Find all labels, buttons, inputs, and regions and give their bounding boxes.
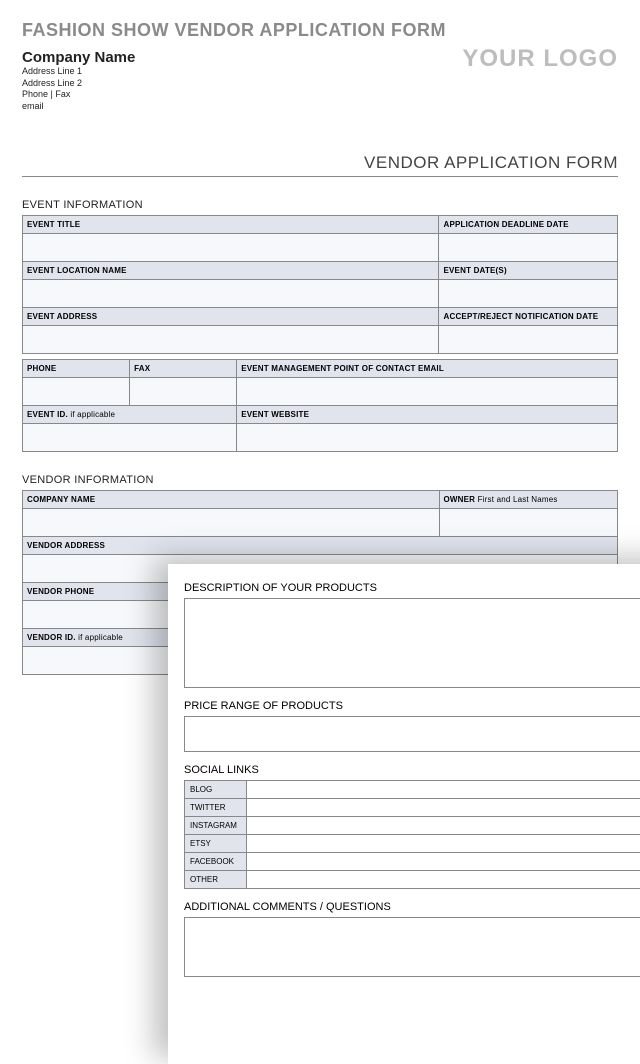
label-event-id: EVENT ID. if applicable	[23, 405, 237, 423]
company-email: email	[22, 101, 135, 113]
vendor-section-title: VENDOR INFORMATION	[22, 474, 618, 486]
input-social-facebook[interactable]	[247, 853, 640, 871]
input-description[interactable]	[184, 598, 640, 688]
label-poc-email: EVENT MANAGEMENT POINT OF CONTACT EMAIL	[237, 359, 618, 377]
label-notify: ACCEPT/REJECT NOTIFICATION DATE	[439, 307, 618, 325]
label-phone: PHONE	[23, 359, 130, 377]
input-company[interactable]	[23, 508, 440, 536]
social-table: BLOG TWITTER INSTAGRAM ETSY FACEBOOK OTH…	[184, 780, 640, 889]
input-dates[interactable]	[439, 279, 618, 307]
label-fax: FAX	[130, 359, 237, 377]
label-owner-bold: OWNER	[444, 495, 476, 504]
social-label-twitter: TWITTER	[185, 799, 247, 817]
social-label-facebook: FACEBOOK	[185, 853, 247, 871]
social-label-instagram: INSTAGRAM	[185, 817, 247, 835]
event-table: EVENT TITLE APPLICATION DEADLINE DATE EV…	[22, 215, 618, 452]
company-addr2: Address Line 2	[22, 78, 135, 90]
company-name: Company Name	[22, 49, 135, 66]
label-deadline: APPLICATION DEADLINE DATE	[439, 215, 618, 233]
input-social-instagram[interactable]	[247, 817, 640, 835]
input-social-blog[interactable]	[247, 781, 640, 799]
label-address: EVENT ADDRESS	[23, 307, 439, 325]
input-event-title[interactable]	[23, 233, 439, 261]
page-2: DESCRIPTION OF YOUR PRODUCTS PRICE RANGE…	[168, 564, 640, 1064]
label-company: COMPANY NAME	[23, 490, 440, 508]
company-block: Company Name Address Line 1 Address Line…	[22, 49, 135, 113]
label-owner: OWNER First and Last Names	[439, 490, 618, 508]
input-social-twitter[interactable]	[247, 799, 640, 817]
label-owner-sub: First and Last Names	[475, 495, 557, 504]
label-vendor-id-sub: if applicable	[76, 633, 123, 642]
form-title: VENDOR APPLICATION FORM	[22, 153, 618, 177]
input-comments[interactable]	[184, 917, 640, 977]
input-owner[interactable]	[439, 508, 618, 536]
label-dates: EVENT DATE(S)	[439, 261, 618, 279]
company-phone-fax: Phone | Fax	[22, 89, 135, 101]
input-location[interactable]	[23, 279, 439, 307]
input-deadline[interactable]	[439, 233, 618, 261]
input-phone[interactable]	[23, 377, 130, 405]
event-section-title: EVENT INFORMATION	[22, 199, 618, 211]
label-location: EVENT LOCATION NAME	[23, 261, 439, 279]
social-label-other: OTHER	[185, 871, 247, 889]
input-website[interactable]	[237, 423, 618, 451]
input-notify[interactable]	[439, 325, 618, 353]
label-event-title: EVENT TITLE	[23, 215, 439, 233]
price-title: PRICE RANGE OF PRODUCTS	[184, 700, 640, 712]
social-label-blog: BLOG	[185, 781, 247, 799]
input-poc-email[interactable]	[237, 377, 618, 405]
desc-title: DESCRIPTION OF YOUR PRODUCTS	[184, 582, 640, 594]
comments-title: ADDITIONAL COMMENTS / QUESTIONS	[184, 901, 640, 913]
label-vendor-id-bold: VENDOR ID.	[27, 633, 76, 642]
header-row: Company Name Address Line 1 Address Line…	[22, 49, 618, 113]
input-price-range[interactable]	[184, 716, 640, 752]
label-website: EVENT WEBSITE	[237, 405, 618, 423]
logo-placeholder: YOUR LOGO	[462, 45, 618, 73]
input-fax[interactable]	[130, 377, 237, 405]
label-event-id-bold: EVENT ID.	[27, 410, 68, 419]
social-title: SOCIAL LINKS	[184, 764, 640, 776]
input-address[interactable]	[23, 325, 439, 353]
input-event-id[interactable]	[23, 423, 237, 451]
main-title: FASHION SHOW VENDOR APPLICATION FORM	[22, 20, 618, 41]
label-event-id-sub: if applicable	[68, 410, 115, 419]
input-social-etsy[interactable]	[247, 835, 640, 853]
input-social-other[interactable]	[247, 871, 640, 889]
company-addr1: Address Line 1	[22, 66, 135, 78]
social-label-etsy: ETSY	[185, 835, 247, 853]
label-vendor-address: VENDOR ADDRESS	[23, 536, 618, 554]
